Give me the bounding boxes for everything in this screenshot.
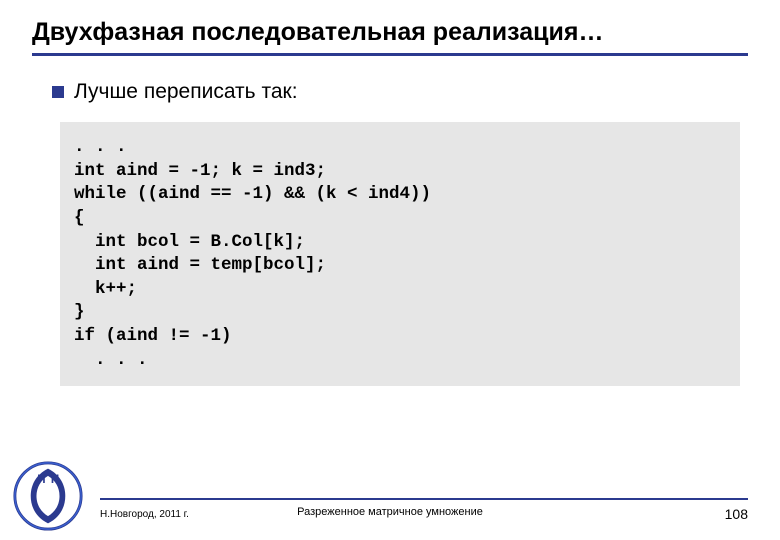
footer-divider: [100, 498, 748, 500]
university-logo-icon: Н Н: [12, 460, 84, 532]
bullet-text: Лучше переписать так:: [74, 80, 298, 104]
footer-subject: Разреженное матричное умножение: [297, 506, 483, 518]
page-number: 108: [725, 506, 748, 522]
title-underline: [32, 53, 748, 56]
slide-container: Двухфазная последовательная реализация… …: [0, 0, 780, 540]
svg-text:Н: Н: [37, 474, 45, 486]
svg-text:Н: Н: [51, 474, 59, 486]
code-block: . . . int aind = -1; k = ind3; while ((a…: [60, 122, 740, 386]
footer-row: Н.Новгород, 2011 г. Разреженное матрично…: [100, 506, 748, 522]
bullet-item: Лучше переписать так:: [52, 80, 748, 104]
square-bullet-icon: [52, 86, 64, 98]
footer-location-year: Н.Новгород, 2011 г.: [100, 509, 189, 520]
slide-title: Двухфазная последовательная реализация…: [32, 18, 748, 47]
footer: Н.Новгород, 2011 г. Разреженное матрично…: [0, 498, 780, 522]
